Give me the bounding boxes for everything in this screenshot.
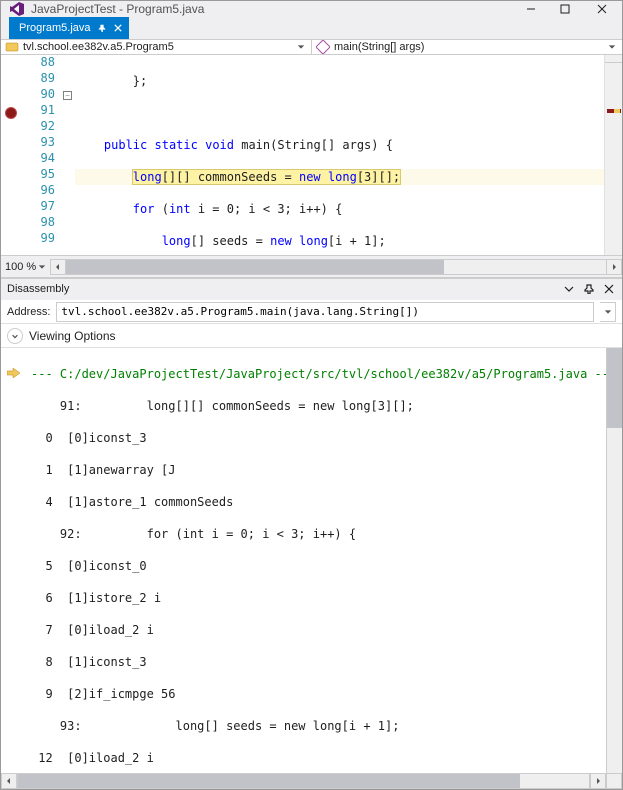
code-editor: 88 89 90 91 92 93 94 95 96 97 98 99 − };…: [1, 55, 622, 278]
method-combo[interactable]: main(String[] args): [312, 40, 622, 54]
editor-h-scrollbar[interactable]: [50, 259, 622, 275]
dis-line[interactable]: 92: for (int i = 0; i < 3; i++) {: [31, 526, 606, 542]
disassembly-title: Disassembly: [7, 283, 556, 295]
disassembly-v-scrollbar[interactable]: [606, 348, 622, 773]
scroll-right-button[interactable]: [590, 773, 606, 789]
dis-line[interactable]: 6 [1]istore_2 i: [31, 590, 606, 606]
breakpoint-icon[interactable]: [5, 107, 17, 119]
viewing-options-row: Viewing Options: [1, 324, 622, 348]
line-number: 91: [31, 103, 55, 119]
code-line[interactable]: for (int i = 0; i < 3; i++) {: [75, 201, 604, 217]
line-number: 89: [31, 71, 55, 87]
dis-line[interactable]: 7 [0]iload_2 i: [31, 622, 606, 638]
line-number: 93: [31, 135, 55, 151]
outline-margin[interactable]: −: [61, 55, 75, 255]
code-line[interactable]: public static void main(String[] args) {: [75, 137, 604, 153]
scroll-thumb[interactable]: [18, 774, 520, 788]
breakpoint-margin[interactable]: [1, 55, 31, 255]
disassembly-footer: [1, 773, 622, 789]
line-number: 90: [31, 87, 55, 103]
code-line[interactable]: long[] seeds = new long[i + 1];: [75, 233, 604, 249]
code-line-current[interactable]: long[][] commonSeeds = new long[3][];: [75, 169, 604, 185]
class-icon: [5, 40, 19, 54]
disassembly-code[interactable]: --- C:/dev/JavaProjectTest/JavaProject/s…: [31, 348, 606, 773]
split-handle-icon[interactable]: [605, 55, 622, 63]
class-combo[interactable]: tvl.school.ee382v.a5.Program5: [1, 40, 312, 54]
code-area[interactable]: }; public static void main(String[] args…: [75, 55, 604, 255]
tab-bar: Program5.java: [1, 17, 622, 39]
disassembly-titlebar: Disassembly: [1, 278, 622, 300]
dis-line[interactable]: 1 [1]anewarray [J: [31, 462, 606, 478]
tab-label: Program5.java: [19, 22, 91, 34]
window-buttons: [514, 1, 622, 17]
close-panel-icon[interactable]: [602, 282, 616, 296]
address-dropdown-button[interactable]: [600, 302, 616, 322]
zoom-value: 100 %: [5, 261, 36, 273]
chevron-down-icon: [295, 43, 307, 51]
window-title: JavaProjectTest - Program5.java: [31, 2, 514, 16]
method-icon: [316, 40, 330, 54]
line-number: 88: [31, 55, 55, 71]
scroll-track[interactable]: [66, 259, 606, 275]
nav-bar: tvl.school.ee382v.a5.Program5 main(Strin…: [1, 39, 622, 55]
overview-ruler[interactable]: [604, 55, 622, 255]
window-position-icon[interactable]: [562, 282, 576, 296]
dis-line[interactable]: 9 [2]if_icmpge 56: [31, 686, 606, 702]
class-combo-text: tvl.school.ee382v.a5.Program5: [23, 41, 291, 53]
code-line[interactable]: };: [75, 73, 604, 89]
line-number-gutter: 88 89 90 91 92 93 94 95 96 97 98 99: [31, 55, 61, 255]
close-button[interactable]: [582, 1, 622, 17]
disassembly-margin[interactable]: [1, 348, 31, 773]
line-number: 96: [31, 183, 55, 199]
code-line[interactable]: [75, 105, 604, 121]
tab-program5[interactable]: Program5.java: [9, 17, 129, 39]
address-label: Address:: [7, 306, 50, 318]
ruler-mark: [614, 109, 620, 113]
scroll-left-button[interactable]: [50, 259, 66, 275]
line-number: 97: [31, 199, 55, 215]
method-combo-text: main(String[] args): [334, 41, 602, 53]
scroll-thumb[interactable]: [66, 260, 444, 274]
dis-line[interactable]: 91: long[][] commonSeeds = new long[3][]…: [31, 398, 606, 414]
minimize-button[interactable]: [514, 1, 548, 17]
address-bar: Address:: [1, 300, 622, 324]
current-instruction-arrow-icon: [7, 367, 21, 382]
dis-line[interactable]: 12 [0]iload_2 i: [31, 750, 606, 766]
line-number: 92: [31, 119, 55, 135]
dis-line[interactable]: 8 [1]iconst_3: [31, 654, 606, 670]
chevron-down-icon: [606, 43, 618, 51]
zoom-combo[interactable]: 100 %: [1, 261, 50, 273]
line-number: 99: [31, 231, 55, 247]
dis-line[interactable]: 5 [0]iconst_0: [31, 558, 606, 574]
vs-logo-icon: [9, 1, 25, 17]
dis-line[interactable]: --- C:/dev/JavaProjectTest/JavaProject/s…: [31, 366, 606, 382]
editor-footer: 100 %: [1, 255, 622, 277]
disassembly-body: --- C:/dev/JavaProjectTest/JavaProject/s…: [1, 348, 622, 773]
dis-line[interactable]: 4 [1]astore_1 commonSeeds: [31, 494, 606, 510]
titlebar: JavaProjectTest - Program5.java: [1, 1, 622, 17]
disassembly-panel: Disassembly Address: Viewing Options ---…: [1, 278, 622, 789]
maximize-button[interactable]: [548, 1, 582, 17]
line-number: 95: [31, 167, 55, 183]
scroll-track[interactable]: [17, 773, 590, 789]
scroll-left-button[interactable]: [1, 773, 17, 789]
line-number: 98: [31, 215, 55, 231]
scroll-right-button[interactable]: [606, 259, 622, 275]
viewing-options-label: Viewing Options: [29, 329, 116, 343]
address-input[interactable]: [56, 302, 594, 322]
auto-hide-pin-icon[interactable]: [582, 282, 596, 296]
fold-toggle-icon[interactable]: −: [63, 91, 72, 100]
tab-close-icon[interactable]: [113, 23, 123, 33]
scroll-thumb[interactable]: [607, 348, 622, 428]
scroll-corner: [606, 773, 622, 789]
line-number: 94: [31, 151, 55, 167]
expand-options-button[interactable]: [7, 328, 23, 344]
dis-line[interactable]: 93: long[] seeds = new long[i + 1];: [31, 718, 606, 734]
dis-line[interactable]: 0 [0]iconst_3: [31, 430, 606, 446]
pin-icon[interactable]: [97, 23, 107, 33]
